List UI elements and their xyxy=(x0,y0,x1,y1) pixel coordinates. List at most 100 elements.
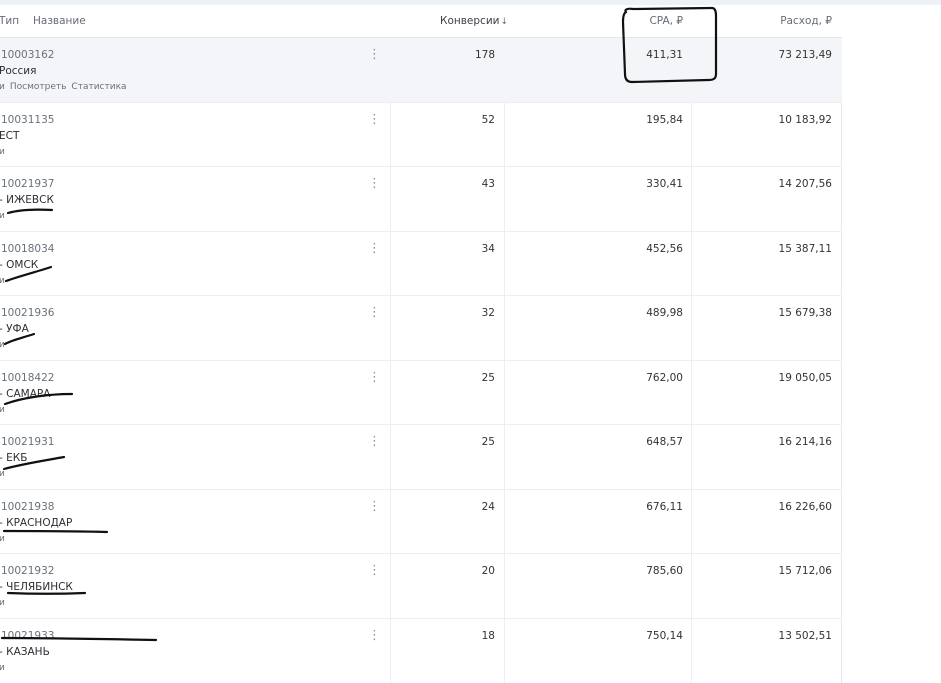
column-header-conversions-label: Конверсии xyxy=(440,15,500,27)
conversions-value: 43 xyxy=(481,178,495,190)
table-row[interactable]: 10021938 - КРАСНОДАР и ⋮ 24 676,11 16 22… xyxy=(0,490,842,554)
more-options-icon[interactable]: ⋮ xyxy=(368,629,381,645)
row-link-stats[interactable]: Статистика xyxy=(71,82,126,92)
row-link-edit[interactable]: и xyxy=(0,276,5,286)
conversions-value: 18 xyxy=(481,630,495,642)
row-actions: и xyxy=(0,598,10,608)
table-row[interactable]: 10031135 ЕСТ и ⋮ 52 195,84 10 183,92 xyxy=(0,103,842,167)
campaign-id: 10021938 xyxy=(1,501,55,513)
campaign-id: 10003162 xyxy=(1,49,55,61)
more-options-icon[interactable]: ⋮ xyxy=(368,177,381,193)
table-row[interactable]: 10003162 Россия и Посмотреть Статистика ⋮ … xyxy=(0,38,842,103)
campaign-id: 10021936 xyxy=(1,307,55,319)
more-options-icon[interactable]: ⋮ xyxy=(368,306,381,322)
conversions-value: 20 xyxy=(481,565,495,577)
campaign-name[interactable]: - УФА xyxy=(0,323,29,335)
column-header-conversions[interactable]: Конверсии↓ xyxy=(440,15,508,27)
campaign-id: 10021932 xyxy=(1,565,55,577)
more-options-icon[interactable]: ⋮ xyxy=(368,564,381,580)
cpa-value: 330,41 xyxy=(646,178,683,190)
cost-value: 15 679,38 xyxy=(778,307,832,319)
table-row[interactable]: 10021932 - ЧЕЛЯБИНСК и ⋮ 20 785,60 15 71… xyxy=(0,554,842,619)
conversions-value: 34 xyxy=(481,243,495,255)
row-actions: и xyxy=(0,534,10,544)
row-link-edit[interactable]: и xyxy=(0,663,5,673)
campaign-id: 10021937 xyxy=(1,178,55,190)
more-options-icon[interactable]: ⋮ xyxy=(368,371,381,387)
row-link-edit[interactable]: и xyxy=(0,405,5,415)
more-options-icon[interactable]: ⋮ xyxy=(368,435,381,451)
conversions-value: 52 xyxy=(481,114,495,126)
row-link-edit[interactable]: и xyxy=(0,534,5,544)
campaign-name[interactable]: - ЧЕЛЯБИНСК xyxy=(0,581,73,593)
cost-value: 19 050,05 xyxy=(778,372,832,384)
cost-value: 10 183,92 xyxy=(778,114,832,126)
campaign-name[interactable]: - САМАРА xyxy=(0,388,50,400)
row-actions: и xyxy=(0,469,10,479)
cpa-value: 411,31 xyxy=(646,49,683,61)
cpa-value: 648,57 xyxy=(646,436,683,448)
row-link-edit[interactable]: и xyxy=(0,340,5,350)
campaign-name[interactable]: Россия xyxy=(0,65,36,77)
table-row[interactable]: 10018034 - ОМСК и ⋮ 34 452,56 15 387,11 xyxy=(0,232,842,296)
table-row[interactable]: 10018422 - САМАРА и ⋮ 25 762,00 19 050,0… xyxy=(0,361,842,425)
conversions-value: 25 xyxy=(481,436,495,448)
cost-value: 14 207,56 xyxy=(778,178,832,190)
row-link-edit[interactable]: и xyxy=(0,598,5,608)
more-options-icon[interactable]: ⋮ xyxy=(368,242,381,258)
campaign-id: 10021931 xyxy=(1,436,55,448)
cost-value: 13 502,51 xyxy=(778,630,832,642)
conversions-value: 25 xyxy=(481,372,495,384)
campaign-table: Тип Название Конверсии↓ CPA, ₽ Расход, ₽… xyxy=(0,5,842,683)
cpa-value: 762,00 xyxy=(646,372,683,384)
cost-value: 15 387,11 xyxy=(778,243,832,255)
campaign-name[interactable]: ЕСТ xyxy=(0,130,19,142)
column-header-cost[interactable]: Расход, ₽ xyxy=(720,15,832,27)
cpa-value: 195,84 xyxy=(646,114,683,126)
cpa-value: 452,56 xyxy=(646,243,683,255)
row-actions: и xyxy=(0,405,10,415)
table-row[interactable]: 10021937 - ИЖЕВСК и ⋮ 43 330,41 14 207,5… xyxy=(0,167,842,232)
row-actions: и xyxy=(0,340,10,350)
campaign-name[interactable]: - ОМСК xyxy=(0,259,38,271)
column-header-cpa[interactable]: CPA, ₽ xyxy=(600,15,683,27)
conversions-value: 32 xyxy=(481,307,495,319)
row-link-view[interactable]: Посмотреть xyxy=(10,82,67,92)
column-header-name[interactable]: Название xyxy=(33,15,86,27)
campaign-id: 10031135 xyxy=(1,114,55,126)
row-link-edit[interactable]: и xyxy=(0,469,5,479)
cpa-value: 785,60 xyxy=(646,565,683,577)
campaign-name[interactable]: - ЕКБ xyxy=(0,452,27,464)
cpa-value: 750,14 xyxy=(646,630,683,642)
row-link-edit[interactable]: и xyxy=(0,211,5,221)
table-row[interactable]: 10021936 - УФА и ⋮ 32 489,98 15 679,38 xyxy=(0,296,842,361)
more-options-icon[interactable]: ⋮ xyxy=(368,500,381,516)
more-options-icon[interactable]: ⋮ xyxy=(368,113,381,129)
row-link-edit[interactable]: и xyxy=(0,147,5,157)
conversions-value: 178 xyxy=(474,49,495,61)
cost-value: 16 226,60 xyxy=(778,501,832,513)
cpa-value: 676,11 xyxy=(646,501,683,513)
campaign-id: 10018422 xyxy=(1,372,55,384)
conversions-value: 24 xyxy=(481,501,495,513)
sort-down-icon: ↓ xyxy=(500,17,509,27)
row-link-edit[interactable]: и xyxy=(0,82,5,92)
cost-value: 15 712,06 xyxy=(778,565,832,577)
campaign-name[interactable]: - КАЗАНЬ xyxy=(0,646,50,658)
row-actions: и xyxy=(0,663,10,673)
row-actions: и xyxy=(0,147,10,157)
campaign-id: 10018034 xyxy=(1,243,55,255)
row-actions: и Посмотреть Статистика xyxy=(0,82,132,92)
table-row[interactable]: 10021933 - КАЗАНЬ и ⋮ 18 750,14 13 502,5… xyxy=(0,619,842,683)
campaign-name[interactable]: - КРАСНОДАР xyxy=(0,517,72,529)
campaign-id: 10021933 xyxy=(1,630,55,642)
cost-value: 73 213,49 xyxy=(778,49,832,61)
more-options-icon[interactable]: ⋮ xyxy=(368,48,381,64)
table-header: Тип Название Конверсии↓ CPA, ₽ Расход, ₽ xyxy=(0,5,842,38)
table-row[interactable]: 10021931 - ЕКБ и ⋮ 25 648,57 16 214,16 xyxy=(0,425,842,490)
campaign-name[interactable]: - ИЖЕВСК xyxy=(0,194,54,206)
row-actions: и xyxy=(0,276,10,286)
row-actions: и xyxy=(0,211,10,221)
cost-value: 16 214,16 xyxy=(778,436,832,448)
column-header-type[interactable]: Тип xyxy=(0,15,19,27)
